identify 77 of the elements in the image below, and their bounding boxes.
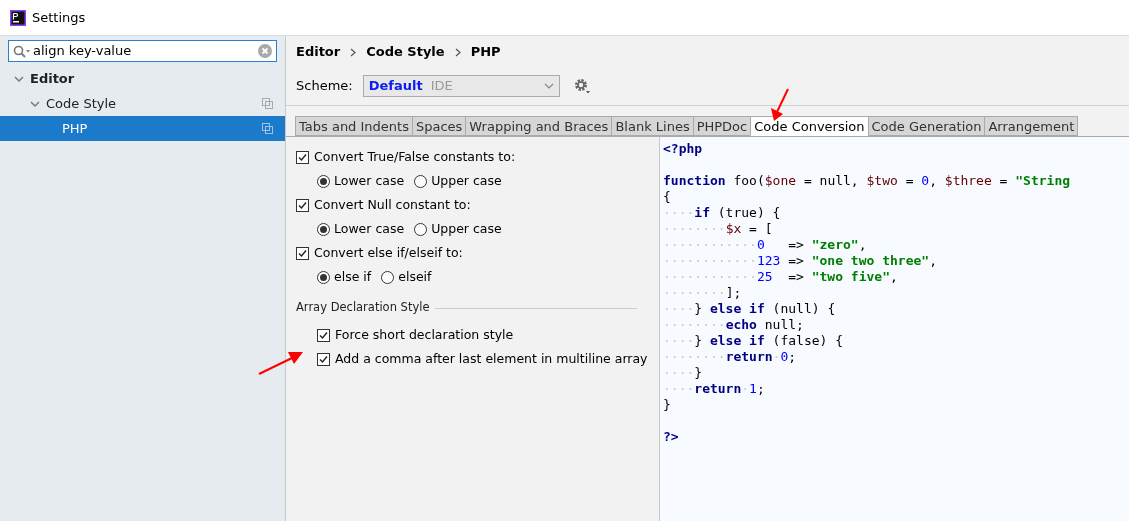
tree-item[interactable]: PHP (0, 116, 285, 141)
code-line: ····return·1; (663, 381, 766, 397)
radio-label: elseif (398, 267, 432, 286)
radio-button[interactable] (414, 174, 428, 188)
section-title: Array Declaration Style (296, 299, 430, 317)
tree-label: Code Style (46, 94, 117, 113)
caret-icon (543, 82, 554, 89)
tree-label: PHP (62, 119, 88, 138)
search-icon (13, 44, 31, 58)
tab[interactable]: Blank Lines (611, 116, 694, 136)
option-label: Convert else if/elseif to: (314, 243, 463, 262)
checkbox[interactable] (296, 246, 309, 260)
code-line: ········echo null; (663, 317, 805, 333)
tab[interactable]: Code Conversion (750, 116, 869, 136)
option-label: Convert Null constant to: (314, 195, 471, 214)
tab[interactable]: Wrapping and Braces (465, 116, 613, 136)
code-line: ····} else if (null) { (663, 301, 837, 317)
tree-label: Editor (30, 69, 75, 88)
code-line: ············0 => "zero", (663, 237, 868, 253)
copy-icon (262, 123, 273, 134)
checkbox[interactable] (317, 328, 330, 342)
radio-button[interactable] (414, 222, 428, 236)
breadcrumb-item: Code Style (366, 43, 445, 62)
chevron-icon (350, 47, 357, 57)
code-line: { (663, 189, 672, 205)
code-line: } (663, 397, 672, 413)
tree-item[interactable]: Editor (0, 66, 285, 91)
radio-button[interactable] (381, 270, 395, 284)
radio-label: Upper case (431, 171, 502, 190)
radio-button[interactable] (317, 174, 330, 188)
checkbox[interactable] (296, 198, 309, 212)
radio-label: Upper case (431, 219, 502, 238)
radio-label: Lower case (334, 219, 405, 238)
tab[interactable]: Spaces (411, 116, 467, 136)
settings-icon[interactable] (573, 77, 590, 94)
code-line: ············123 => "one two three", (663, 253, 938, 269)
check-icon (298, 248, 307, 258)
tab[interactable]: Tabs and Indents (295, 116, 413, 136)
code-line: <?php (663, 141, 704, 157)
tab[interactable]: Arrangement (984, 116, 1079, 136)
code-line: ········]; (663, 285, 743, 301)
check-icon (298, 152, 307, 162)
radio-button[interactable] (317, 270, 330, 284)
code-line: ········$x = [ (663, 221, 774, 237)
app-logo-icon (10, 9, 26, 26)
check-icon (319, 330, 328, 340)
breadcrumb-item: PHP (470, 43, 501, 62)
scheme-dropdown[interactable]: Default IDE (362, 74, 560, 97)
radio-label: Lower case (334, 171, 405, 190)
checkbox[interactable] (317, 352, 330, 366)
check-icon (319, 354, 328, 364)
tab[interactable]: PHPDoc (692, 116, 752, 136)
checkbox[interactable] (296, 150, 309, 164)
code-line: ········return·0; (663, 349, 798, 365)
scheme-label: Scheme: (296, 76, 353, 95)
option-label: Force short declaration style (335, 325, 514, 344)
annotation-arrow (768, 88, 790, 122)
window-title: Settings (32, 8, 86, 27)
chevron-icon (454, 47, 461, 57)
radio-label: else if (334, 267, 372, 286)
copy-icon (262, 98, 273, 109)
code-line: ····} else if (false) { (663, 333, 845, 349)
option-label: Add a comma after last element in multiline array (335, 349, 648, 368)
search-field[interactable]: align key-value (8, 40, 277, 62)
annotation-arrow (258, 350, 304, 376)
search-input[interactable]: align key-value (33, 41, 256, 61)
code-line: ····if (true) { (663, 205, 782, 221)
code-line: ····} (663, 365, 704, 381)
tab[interactable]: Code Generation (867, 116, 986, 136)
option-label: Convert True/False constants to: (314, 147, 516, 166)
radio-button[interactable] (317, 222, 330, 236)
check-icon (298, 200, 307, 210)
code-line: ············25 => "two five", (663, 269, 899, 285)
code-line: function foo($one = null, $two = 0, $three = "String (663, 172, 1072, 189)
code-line: ?> (663, 428, 680, 445)
breadcrumb-item: Editor (296, 43, 341, 62)
tree-item[interactable]: Code Style (0, 91, 285, 116)
